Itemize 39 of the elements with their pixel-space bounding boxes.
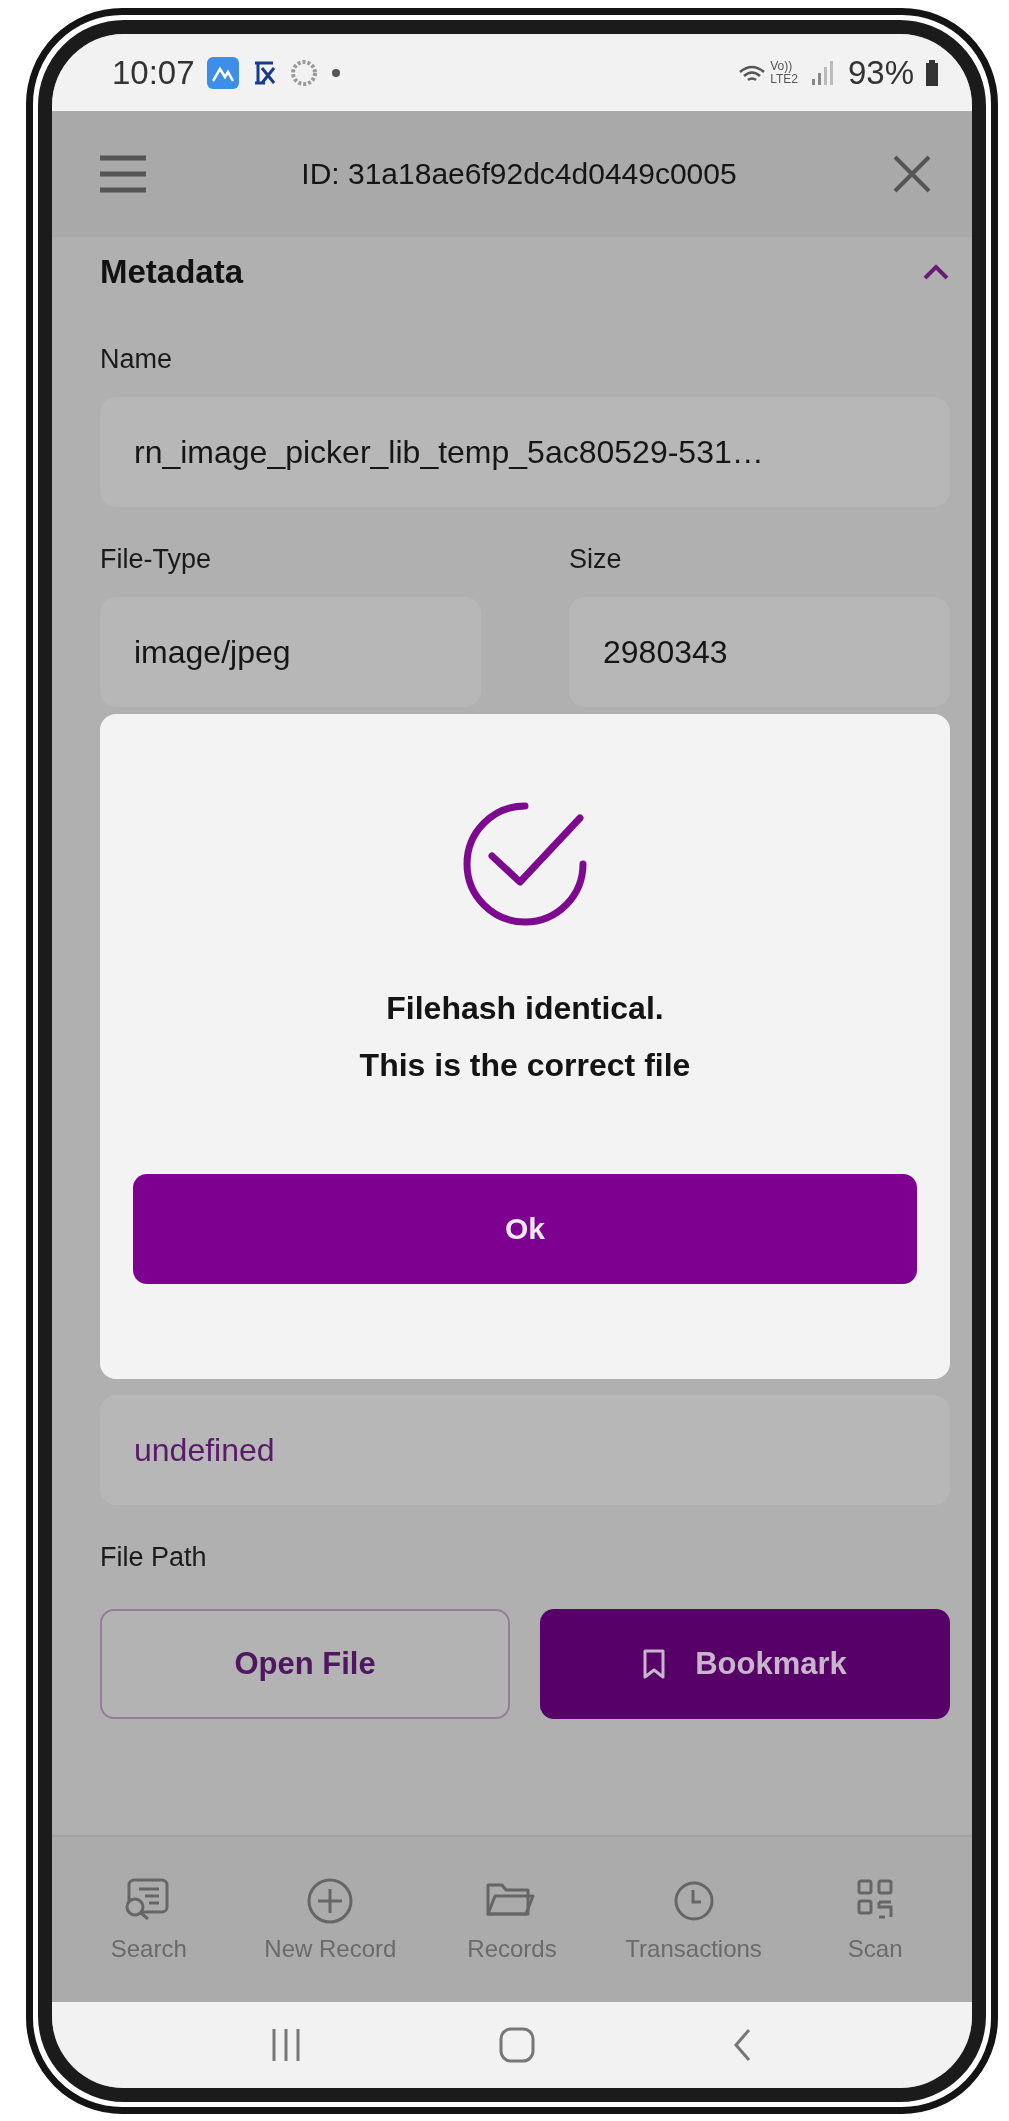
nav-tab[interactable]: New Record xyxy=(240,1876,421,1963)
field-label: File-Type xyxy=(100,543,213,575)
app-notification-icon xyxy=(206,56,239,89)
bookmark-icon xyxy=(643,1649,666,1679)
network-label: LTE2 xyxy=(770,72,798,86)
signal-icon xyxy=(809,58,836,87)
close-icon xyxy=(892,154,932,194)
back-icon xyxy=(733,2028,753,2062)
bookmark-button[interactable]: Bookmark xyxy=(540,1609,950,1719)
back-button[interactable] xyxy=(733,2028,753,2062)
nav-tab[interactable]: Records xyxy=(422,1876,602,1963)
menu-icon xyxy=(100,155,146,193)
recent-apps-icon xyxy=(271,2027,301,2063)
dot-icon xyxy=(330,67,341,78)
close-button[interactable] xyxy=(892,154,932,194)
field-value: 2980343 xyxy=(569,597,950,707)
loading-icon xyxy=(288,57,319,88)
menu-button[interactable] xyxy=(100,155,146,193)
home-button[interactable] xyxy=(499,2027,535,2063)
status-time: 10:07 xyxy=(112,53,195,92)
network-label: Vo)) xyxy=(770,59,794,73)
field-label: Size xyxy=(569,543,623,575)
link-value: undefined xyxy=(100,1395,950,1505)
nav-tab[interactable]: Transactions xyxy=(603,1876,784,1963)
battery-icon xyxy=(926,59,938,86)
field-value: rn_image_picker_lib_temp_5ac80529-531… xyxy=(100,397,950,507)
home-icon xyxy=(499,2027,535,2063)
nav-tab[interactable]: Search xyxy=(58,1876,239,1963)
section-title: Metadata xyxy=(100,253,244,291)
field-label: Name xyxy=(100,343,174,375)
dialog-message: Filehash identical. This is the correct file xyxy=(359,989,691,1085)
nav-tab[interactable]: Scan xyxy=(785,1876,966,1963)
field-value: image/jpeg xyxy=(100,597,481,707)
record-id-title: ID: 31a18ae6f92dc4d0449c0005 xyxy=(300,157,738,191)
recent-apps-button[interactable] xyxy=(271,2027,301,2063)
ok-button[interactable]: Ok xyxy=(133,1174,917,1284)
battery-percent: 93% xyxy=(847,53,914,92)
field-label: File Path xyxy=(100,1541,208,1573)
open-file-button[interactable]: Open File xyxy=(100,1609,510,1719)
